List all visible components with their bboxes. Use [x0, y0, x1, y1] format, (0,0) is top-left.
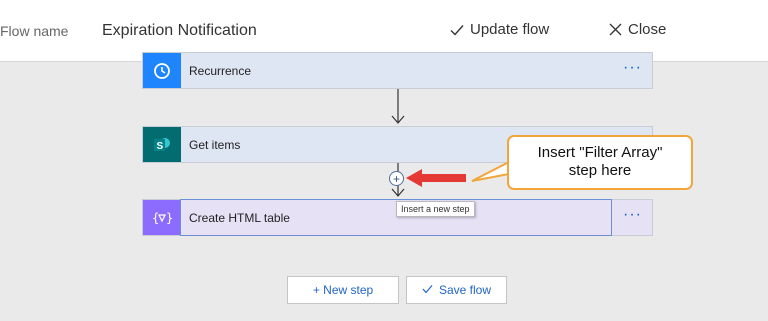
step-card-recurrence[interactable]: Recurrence ··· — [142, 52, 653, 89]
new-step-button[interactable]: + New step — [287, 276, 399, 304]
flow-name-input[interactable]: Expiration Notification — [102, 22, 257, 40]
callout-pointer — [471, 161, 510, 182]
svg-text:{: { — [152, 211, 159, 225]
insert-step-tooltip: Insert a new step — [396, 201, 475, 217]
close-icon — [609, 23, 622, 36]
annotation-callout: Insert "Filter Array" step here — [507, 135, 693, 190]
callout-line: step here — [568, 162, 632, 179]
data-operation-icon: { } — [143, 200, 181, 235]
flow-name-label: Flow name — [0, 23, 69, 39]
callout-line: Insert "Filter Array" — [537, 144, 663, 161]
step-title: Recurrence — [189, 63, 252, 78]
checkmark-icon — [422, 283, 433, 297]
update-flow-label: Update flow — [470, 21, 550, 38]
plus-icon: + — [392, 171, 400, 186]
connector-arrow — [391, 89, 405, 124]
step-title: Get items — [189, 137, 241, 152]
update-flow-button[interactable]: Update flow — [450, 21, 549, 38]
red-arrow-icon — [406, 169, 466, 187]
more-options-button[interactable]: ··· — [623, 60, 642, 76]
clock-icon — [143, 53, 181, 88]
insert-step-button[interactable]: + — [389, 171, 404, 186]
save-flow-label: Save flow — [438, 283, 492, 297]
close-label: Close — [628, 21, 667, 38]
more-options-button[interactable]: ··· — [623, 207, 642, 223]
svg-text:S: S — [157, 141, 164, 152]
sharepoint-icon: S — [143, 127, 181, 162]
save-flow-button[interactable]: Save flow — [406, 276, 507, 304]
checkmark-icon — [450, 24, 464, 36]
svg-text:}: } — [166, 211, 172, 225]
close-button[interactable]: Close — [609, 21, 666, 38]
step-title: Create HTML table — [189, 210, 290, 225]
new-step-label: + New step — [312, 283, 374, 297]
